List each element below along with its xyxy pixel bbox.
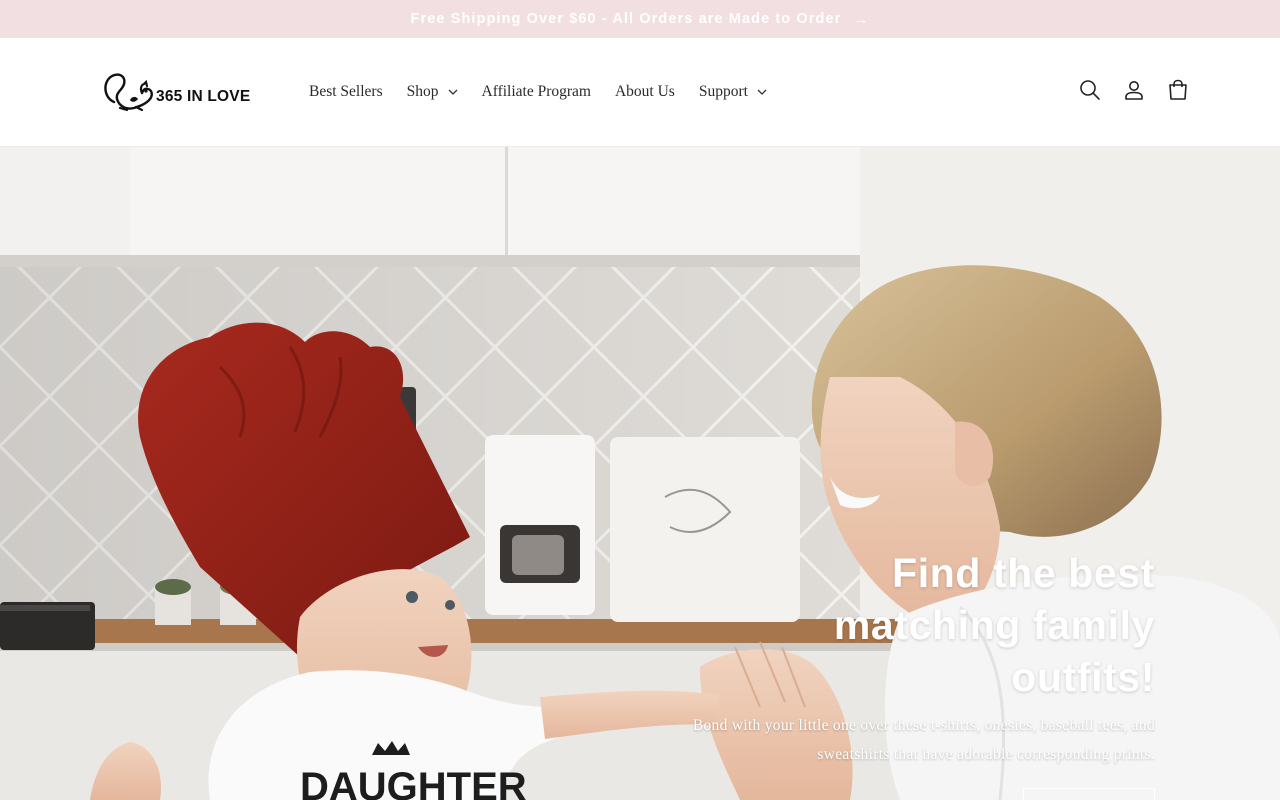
hero-cta-button[interactable] <box>1023 788 1155 800</box>
nav-about-us[interactable]: About Us <box>615 83 675 101</box>
site-header: 365 IN LOVE Best Sellers Shop Affiliate … <box>0 38 1280 147</box>
announcement-text: Free Shipping Over $60 - All Orders are … <box>410 11 842 27</box>
header-actions <box>1058 78 1190 102</box>
hero-subtitle: Bond with your little one over these t-s… <box>692 717 1155 763</box>
logo-text: 365 IN LOVE <box>156 88 251 105</box>
nav-support-label: Support <box>698 83 748 100</box>
chevron-down-icon <box>757 89 767 95</box>
main-nav: Best Sellers Shop Affiliate Program Abou… <box>309 38 791 146</box>
chevron-down-icon <box>448 89 458 95</box>
cart-icon[interactable] <box>1166 78 1190 102</box>
arrow-right-icon: → <box>853 10 870 28</box>
nav-shop-label: Shop <box>406 83 439 100</box>
hero-title: Find the best matching family outfits! <box>833 550 1155 700</box>
logo[interactable]: 365 IN LOVE <box>100 68 262 116</box>
nav-best-sellers[interactable]: Best Sellers <box>309 83 383 101</box>
nav-best-sellers-label: Best Sellers <box>309 83 383 100</box>
nav-support[interactable]: Support <box>699 83 767 101</box>
search-icon[interactable] <box>1078 78 1102 102</box>
hero-banner: DAUGHTER Find the best matching family o… <box>0 147 1280 800</box>
account-icon[interactable] <box>1122 78 1146 102</box>
nav-affiliate-program-label: Affiliate Program <box>481 83 591 100</box>
shirt-print-text: DAUGHTER <box>300 765 527 800</box>
announcement-bar[interactable]: Free Shipping Over $60 - All Orders are … <box>0 0 1280 38</box>
nav-shop[interactable]: Shop <box>407 83 458 101</box>
nav-about-us-label: About Us <box>614 83 675 100</box>
nav-affiliate-program[interactable]: Affiliate Program <box>482 83 591 101</box>
squirrel-logo-icon <box>104 73 153 112</box>
